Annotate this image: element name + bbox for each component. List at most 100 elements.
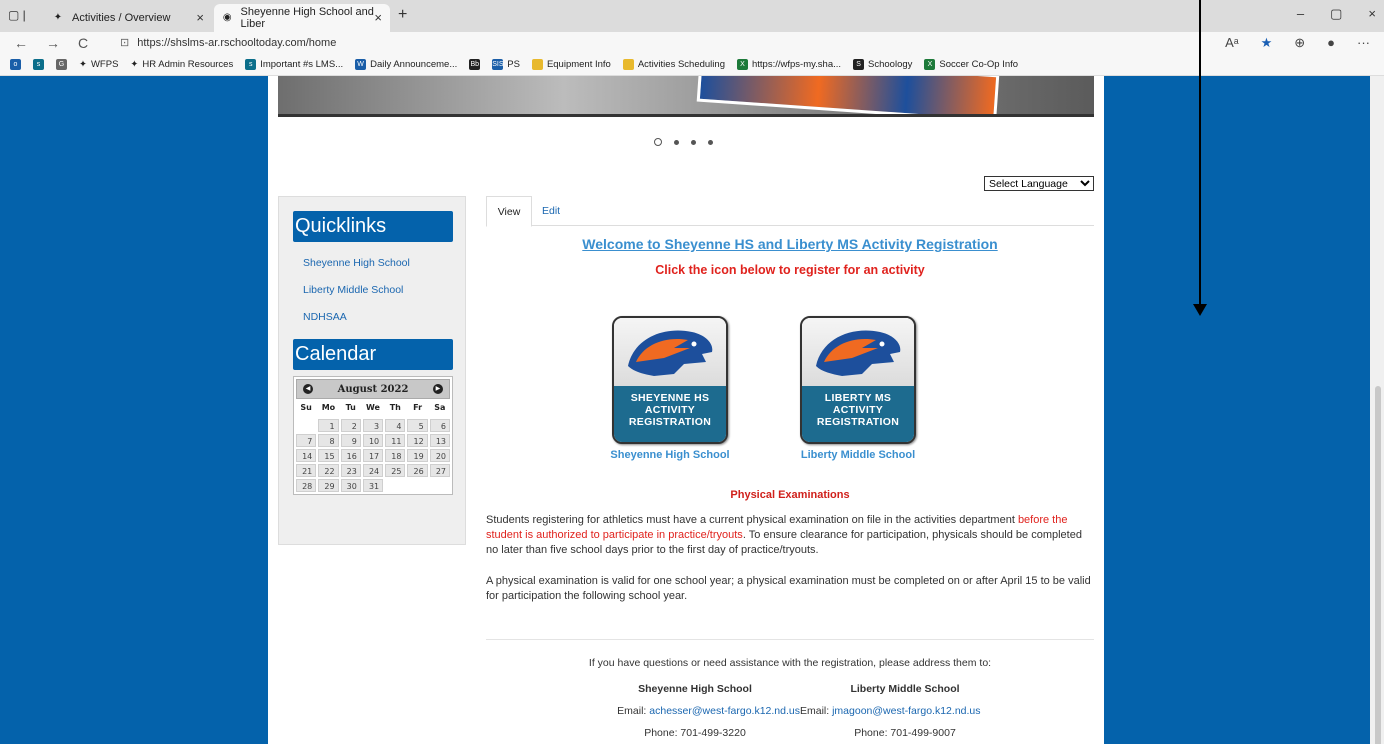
bookmark-equipment-info[interactable]: Equipment Info — [531, 59, 611, 70]
calendar-day[interactable]: 8 — [318, 434, 339, 447]
url-field[interactable]: ⊡ https://shslms-ar.rschooltoday.com/home — [120, 36, 336, 49]
calendar-day[interactable]: 14 — [296, 449, 317, 462]
bookmark-wfps-sharepoint[interactable]: Xhttps://wfps-my.sha... — [736, 59, 841, 70]
calendar-day[interactable]: 31 — [362, 479, 384, 492]
calendar-day[interactable]: 7 — [296, 434, 317, 447]
welcome-heading-link[interactable]: Welcome to Sheyenne HS and Liberty MS Ac… — [486, 236, 1094, 252]
close-tab-icon[interactable]: × — [374, 10, 382, 25]
sheyenne-contact-name: Sheyenne High School — [638, 683, 752, 695]
calendar-day[interactable]: 30 — [340, 479, 361, 492]
new-tab-button[interactable]: + — [398, 6, 407, 24]
quicklink-ndhsaa[interactable]: NDHSAA — [303, 311, 465, 323]
tab-view[interactable]: View — [486, 196, 532, 227]
slide-dot-4[interactable] — [708, 140, 713, 145]
slide-dot-3[interactable] — [691, 140, 696, 145]
calendar-day[interactable]: 19 — [407, 449, 428, 462]
sharepoint-icon: s — [245, 59, 257, 70]
bookmark-google[interactable]: G — [56, 59, 67, 70]
card-line: REGISTRATION — [816, 416, 900, 428]
slide-dot-2[interactable] — [674, 140, 679, 145]
liberty-email-link[interactable]: jmagoon@west-fargo.k12.nd.us — [832, 705, 980, 717]
calendar-day[interactable]: 6 — [429, 419, 450, 432]
calendar-day[interactable]: 12 — [407, 434, 428, 447]
bookmark-blackboard[interactable]: Bb — [469, 59, 481, 70]
browser-tab-activities[interactable]: ✦ Activities / Overview × — [44, 4, 212, 32]
calendar-day[interactable]: 4 — [385, 419, 406, 432]
calendar-day[interactable]: 9 — [340, 434, 361, 447]
annotation-arrow-head-icon — [1193, 304, 1207, 316]
calendar-day[interactable]: 15 — [318, 449, 339, 462]
quicklink-sheyenne[interactable]: Sheyenne High School — [303, 257, 465, 269]
page-scrollbar[interactable] — [1370, 76, 1384, 744]
calendar-day[interactable]: 24 — [362, 464, 384, 477]
language-select[interactable]: Select Language — [984, 176, 1094, 191]
next-month-icon[interactable]: ▶ — [432, 384, 443, 394]
restore-icon[interactable]: ▢ — [1330, 6, 1342, 22]
calendar-day[interactable]: 21 — [296, 464, 317, 477]
tab-title: Activities / Overview — [72, 12, 171, 24]
liberty-caption-link[interactable]: Liberty Middle School — [783, 449, 933, 461]
sheyenne-caption-link[interactable]: Sheyenne High School — [595, 449, 745, 461]
scrollbar-thumb[interactable] — [1375, 386, 1381, 744]
calendar-day[interactable]: 2 — [340, 419, 361, 432]
calendar-weekday: Sa — [434, 403, 446, 412]
calendar-day[interactable]: 25 — [385, 464, 406, 477]
bookmark-soccer-coop[interactable]: X Soccer Co-Op Info — [924, 59, 1018, 70]
sheyenne-email: Email: achesser@west-fargo.k12.nd.us — [590, 705, 800, 717]
profile-icon[interactable]: ● — [1327, 35, 1335, 51]
favorite-star-icon[interactable]: ★ — [1261, 35, 1273, 51]
close-tab-icon[interactable]: × — [196, 10, 204, 25]
bookmark-schoology[interactable]: S Schoology — [853, 59, 912, 70]
liberty-registration-button[interactable]: LIBERTY MS ACTIVITY REGISTRATION — [800, 316, 916, 444]
bookmark-label: Daily Announceme... — [370, 59, 458, 70]
tab-edit[interactable]: Edit — [542, 205, 560, 217]
calendar-day[interactable]: 10 — [362, 434, 384, 447]
browser-tab-sheyenne[interactable]: ◉ Sheyenne High School and Liber × — [214, 4, 390, 32]
tab-actions-icon[interactable]: ▢ | — [8, 8, 26, 22]
calendar-day[interactable]: 11 — [385, 434, 406, 447]
calendar-day[interactable]: 22 — [318, 464, 339, 477]
close-window-icon[interactable]: × — [1368, 6, 1376, 22]
card-line: SHEYENNE HS — [630, 392, 710, 404]
quicklink-liberty[interactable]: Liberty Middle School — [303, 284, 465, 296]
slide-dot-1[interactable] — [654, 138, 662, 146]
more-icon[interactable]: ··· — [1357, 35, 1370, 51]
calendar-day[interactable]: 17 — [362, 449, 384, 462]
calendar-day[interactable]: 16 — [340, 449, 361, 462]
prev-month-icon[interactable]: ◀ — [303, 384, 313, 394]
calendar-day[interactable]: 29 — [318, 479, 339, 492]
calendar-day[interactable]: 23 — [340, 464, 361, 477]
bookmark-important-numbers[interactable]: s Important #s LMS... — [245, 59, 343, 70]
liberty-contact-name: Liberty Middle School — [850, 683, 960, 695]
bookmark-ps[interactable]: SIS PS — [492, 59, 520, 70]
read-aloud-icon[interactable]: Aᵃ — [1225, 35, 1239, 51]
back-icon[interactable]: ← — [14, 35, 28, 51]
calendar-day[interactable]: 5 — [407, 419, 428, 432]
forward-icon[interactable]: → — [46, 35, 60, 51]
sheyenne-email-link[interactable]: achesser@west-fargo.k12.nd.us — [649, 705, 800, 717]
calendar-heading: Calendar — [293, 339, 453, 370]
slideshow-dots — [654, 138, 713, 146]
bookmark-daily-announcements[interactable]: W Daily Announceme... — [355, 59, 457, 70]
view-edit-tabs: View Edit — [486, 196, 1094, 227]
calendar-day[interactable]: 27 — [429, 464, 450, 477]
calendar-day[interactable]: 28 — [296, 479, 317, 492]
calendar-day[interactable]: 18 — [385, 449, 406, 462]
calendar-day[interactable]: 13 — [429, 434, 450, 447]
bookmark-outlook[interactable]: o — [10, 59, 21, 70]
calendar-day[interactable]: 1 — [318, 419, 339, 432]
calendar-month: August 2022 — [337, 383, 409, 395]
calendar-day[interactable]: 3 — [362, 419, 384, 432]
bookmark-wfps[interactable]: ✦ WFPS — [79, 59, 118, 70]
refresh-icon[interactable]: C — [78, 35, 88, 51]
collections-icon[interactable]: ⊕ — [1294, 35, 1305, 51]
calendar-widget: ◀ August 2022 ▶ Su Mo Tu We Th Fr Sa 1 2 3 4 5 6 7 8 9 1… — [293, 376, 453, 495]
bookmark-hr-admin[interactable]: ✦ HR Admin Resources — [130, 59, 233, 70]
calendar-day[interactable]: 20 — [429, 449, 450, 462]
sheyenne-registration-button[interactable]: SHEYENNE HS ACTIVITY REGISTRATION — [612, 316, 728, 444]
folder-icon — [531, 59, 543, 70]
minimize-icon[interactable]: – — [1297, 6, 1304, 22]
bookmark-sharepoint[interactable]: s — [33, 59, 44, 70]
calendar-day[interactable]: 26 — [407, 464, 428, 477]
bookmark-activities-scheduling[interactable]: Activities Scheduling — [622, 59, 725, 70]
